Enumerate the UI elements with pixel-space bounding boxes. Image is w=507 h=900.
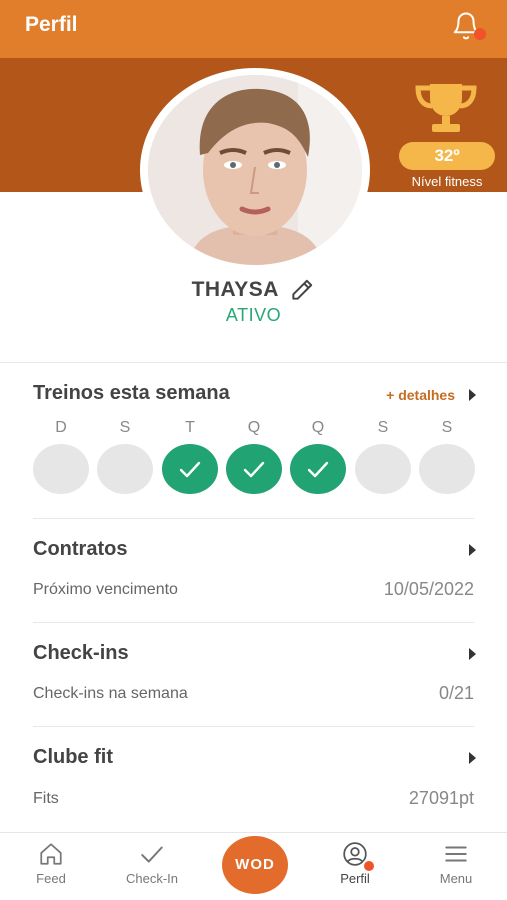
profile-status: ATIVO bbox=[225, 305, 282, 325]
chevron-right-icon[interactable] bbox=[467, 389, 477, 401]
week-day-letter: S bbox=[377, 419, 389, 436]
profile-name-row: THAYSA bbox=[0, 277, 507, 303]
fitness-level-label: Nível fitness bbox=[411, 174, 483, 189]
week-section-title: Treinos esta semana bbox=[33, 382, 230, 404]
week-day-pending bbox=[355, 444, 411, 494]
fits-label: Fits bbox=[33, 790, 59, 807]
checkins-section-title[interactable]: Check-ins bbox=[33, 642, 129, 665]
week-day-letter: D bbox=[55, 419, 67, 436]
nav-perfil[interactable]: Perfil bbox=[315, 841, 395, 886]
nav-checkin-label: Check-In bbox=[125, 871, 179, 886]
notification-dot bbox=[362, 859, 376, 873]
page-title: Perfil bbox=[25, 13, 78, 36]
notifications-button[interactable] bbox=[451, 11, 486, 45]
week-day: T bbox=[162, 418, 218, 494]
divider bbox=[33, 622, 474, 623]
contracts-section-title[interactable]: Contratos bbox=[33, 538, 127, 561]
nav-checkin[interactable]: Check-In bbox=[112, 841, 192, 886]
contract-due-label: Próximo vencimento bbox=[33, 581, 178, 598]
chevron-right-icon[interactable] bbox=[467, 752, 477, 764]
wod-button[interactable]: WOD bbox=[222, 836, 288, 894]
week-day-letter: S bbox=[441, 419, 453, 436]
week-day: S bbox=[97, 418, 153, 494]
nav-feed-label: Feed bbox=[36, 871, 66, 886]
week-day-pending bbox=[419, 444, 475, 494]
week-day-letter: S bbox=[119, 419, 131, 436]
checkins-week-label: Check-ins na semana bbox=[33, 685, 188, 702]
trophy-icon bbox=[412, 80, 480, 136]
chevron-right-icon[interactable] bbox=[467, 544, 477, 556]
nav-menu[interactable]: Menu bbox=[416, 841, 496, 886]
week-day-done bbox=[226, 444, 282, 494]
week-day: S bbox=[419, 418, 475, 494]
club-section-title[interactable]: Clube fit bbox=[33, 746, 113, 769]
checkins-week-value: 0/21 bbox=[438, 683, 474, 703]
nav-perfil-label: Perfil bbox=[340, 871, 370, 886]
check-icon bbox=[179, 461, 201, 478]
top-bar: Perfil bbox=[0, 0, 507, 58]
profile-name: THAYSA bbox=[191, 278, 279, 301]
week-day-done bbox=[290, 444, 346, 494]
avatar[interactable] bbox=[148, 75, 362, 265]
nav-feed[interactable]: Feed bbox=[11, 841, 91, 886]
fitness-level-badge: 32º bbox=[399, 142, 495, 170]
week-day-letter: Q bbox=[311, 419, 325, 436]
week-day-done bbox=[162, 444, 218, 494]
week-day: Q bbox=[226, 418, 282, 494]
week-day-letter: Q bbox=[247, 419, 261, 436]
details-link[interactable]: + detalhes bbox=[386, 387, 455, 403]
check-icon bbox=[307, 461, 329, 478]
nav-menu-label: Menu bbox=[439, 871, 473, 886]
week-day-letter: T bbox=[185, 419, 195, 436]
check-icon bbox=[243, 461, 265, 478]
home-icon bbox=[40, 843, 62, 865]
divider bbox=[33, 518, 474, 519]
notification-dot bbox=[474, 28, 486, 40]
divider bbox=[33, 726, 474, 727]
contract-due-value: 10/05/2022 bbox=[383, 579, 474, 599]
week-day: D bbox=[33, 418, 89, 494]
fits-value: 27091pt bbox=[408, 788, 474, 808]
chevron-right-icon[interactable] bbox=[467, 648, 477, 660]
week-day-pending bbox=[33, 444, 89, 494]
week-days: DSTQQSS bbox=[33, 418, 475, 498]
edit-profile-button[interactable] bbox=[289, 277, 315, 303]
week-day-pending bbox=[97, 444, 153, 494]
pencil-icon bbox=[292, 279, 313, 300]
week-day: S bbox=[355, 418, 411, 494]
divider bbox=[0, 362, 507, 363]
menu-icon bbox=[445, 846, 467, 862]
check-icon bbox=[141, 846, 163, 863]
week-day: Q bbox=[290, 418, 346, 494]
